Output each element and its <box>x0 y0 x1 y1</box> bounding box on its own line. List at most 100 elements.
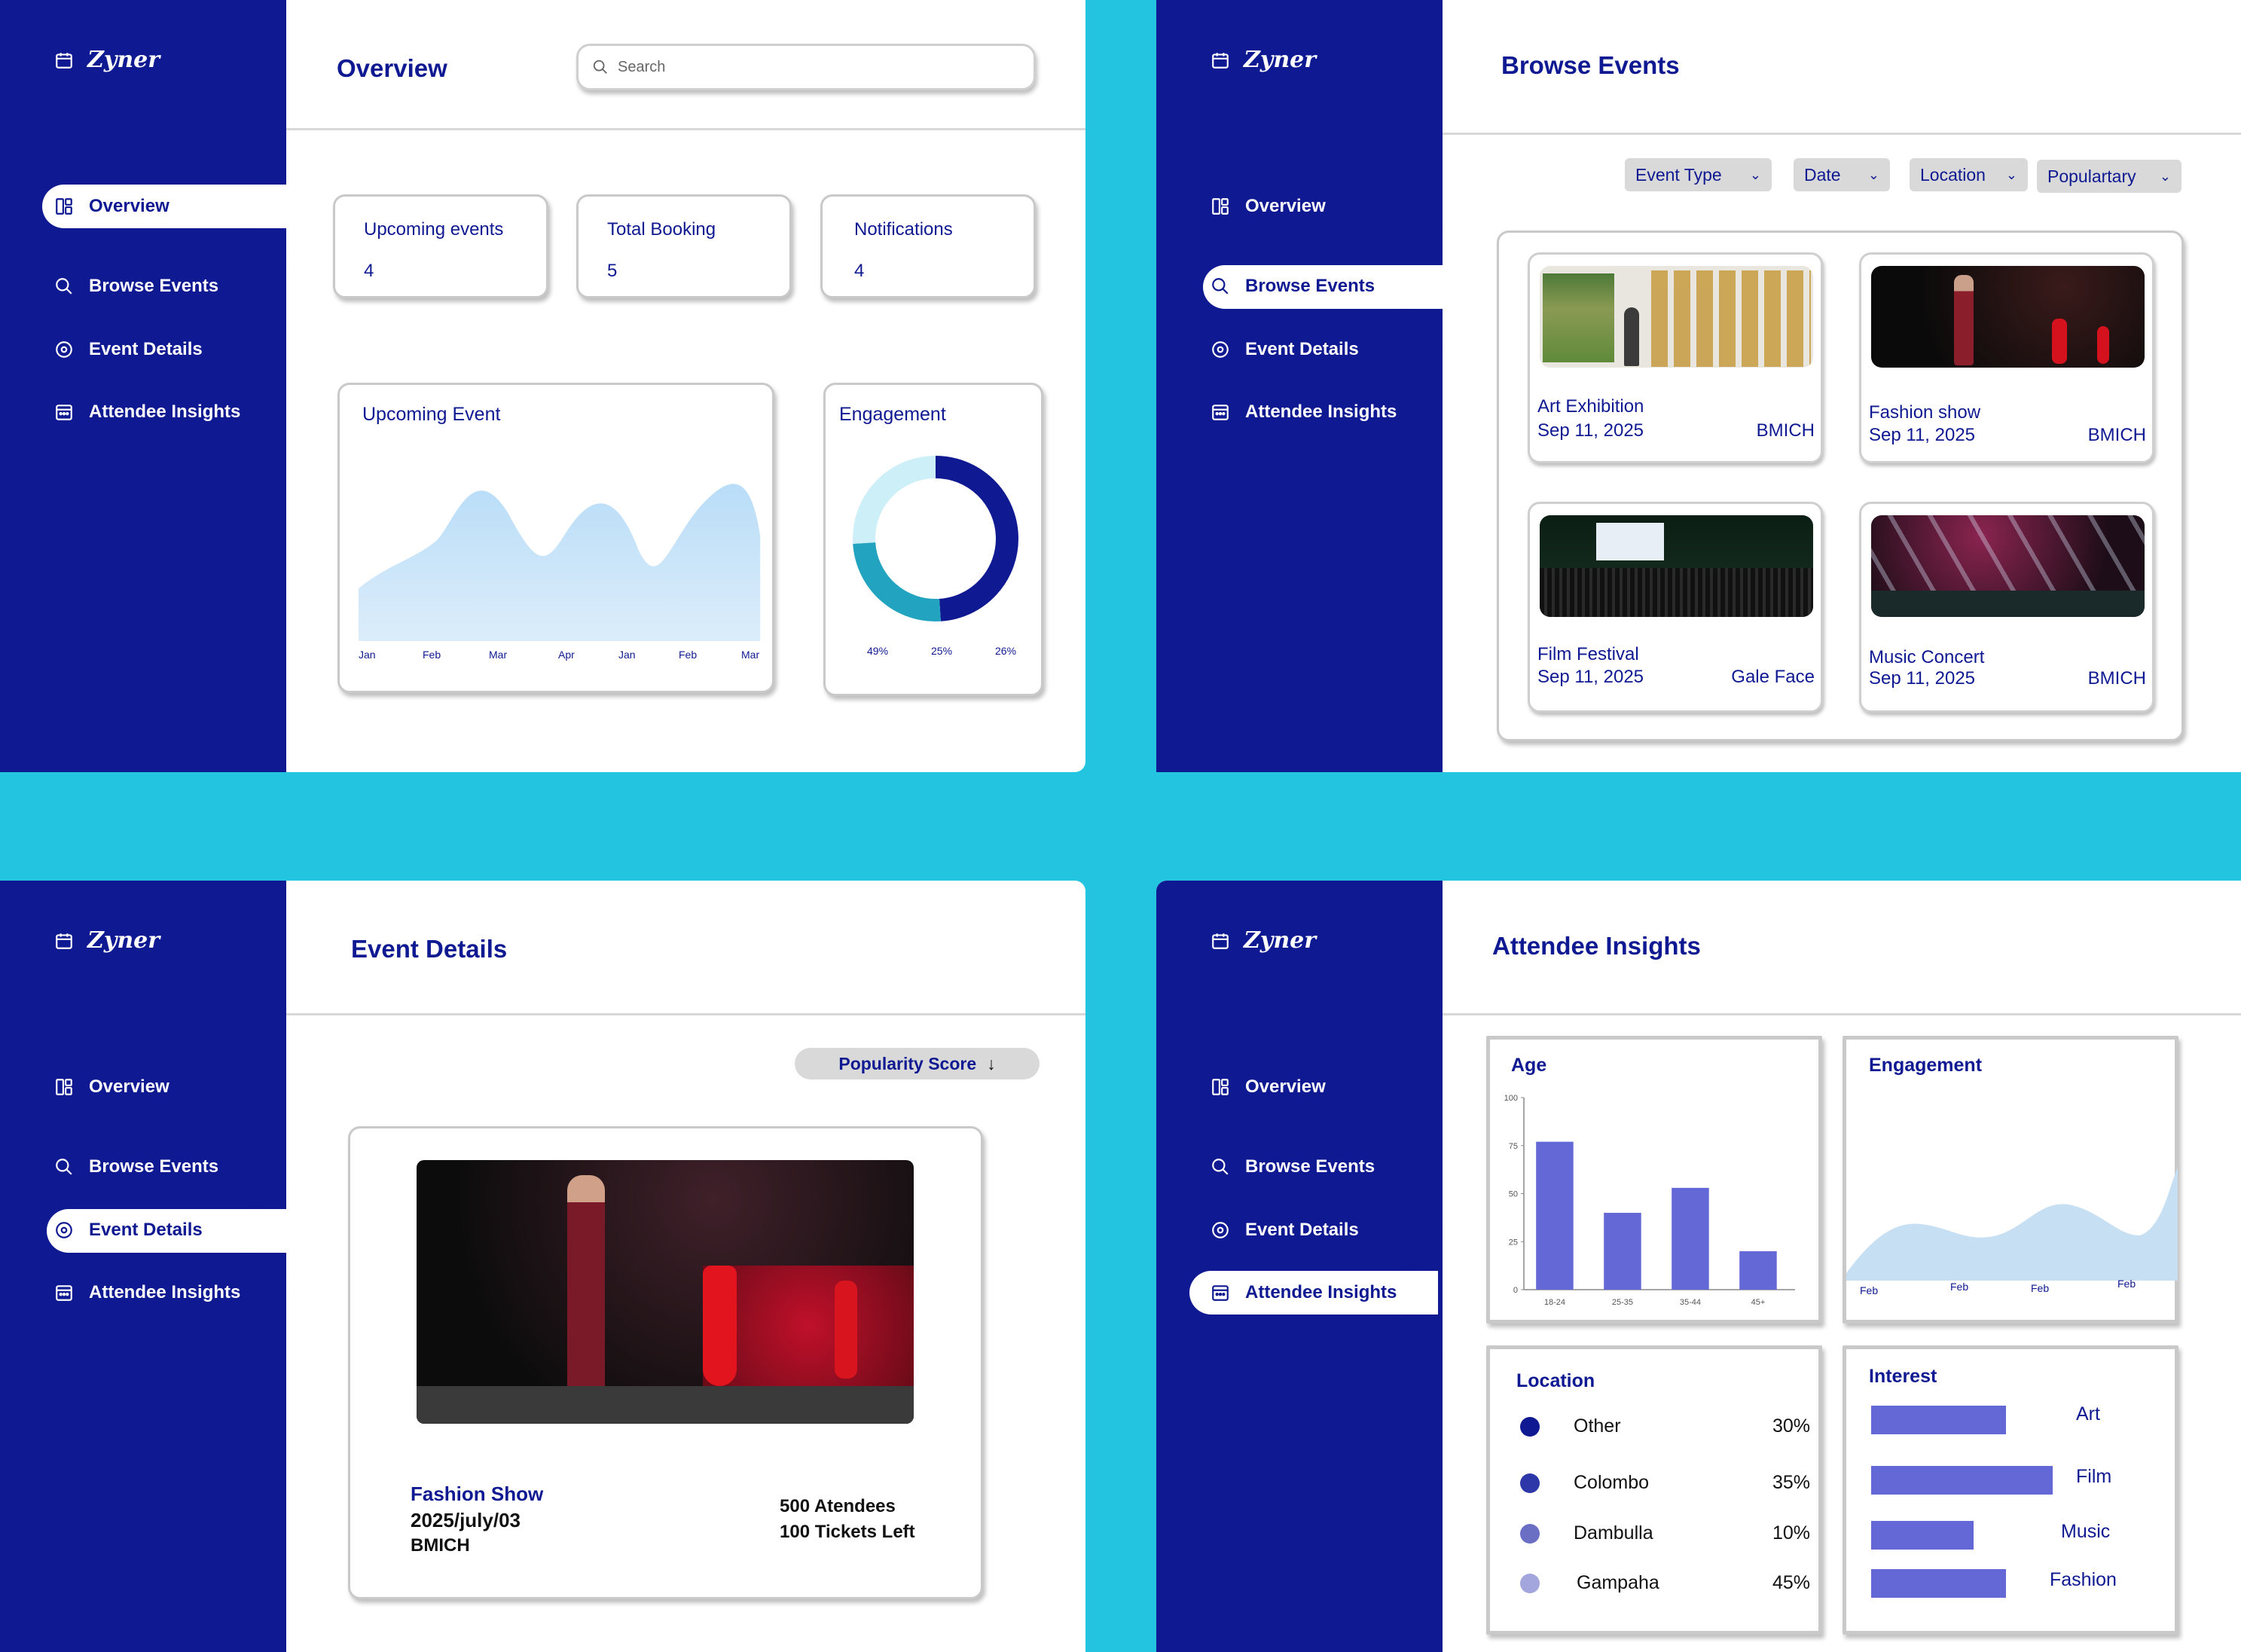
sidebar-item-attendee-insights[interactable]: Attendee Insights <box>1211 1282 1397 1303</box>
y-tick-label: 0 <box>1513 1286 1518 1295</box>
event-card-music-concert[interactable]: Music Concert Sep 11, 2025 BMICH <box>1859 502 2154 713</box>
sidebar-item-overview[interactable]: Overview <box>1211 1076 1326 1098</box>
filter-popularity[interactable]: Populartary ⌄ <box>2037 160 2181 193</box>
runway-model <box>835 1281 857 1379</box>
sidebar-item-label: Event Details <box>89 1220 203 1240</box>
stat-label: Notifications <box>854 219 953 240</box>
fashion-show-image <box>1871 266 2145 368</box>
chevron-down-icon: ⌄ <box>2005 166 2017 182</box>
event-name: Music Concert <box>1869 647 1985 667</box>
brand-logo[interactable]: Zyner <box>54 47 160 73</box>
filter-location[interactable]: Location ⌄ <box>1910 158 2028 191</box>
tick-label: Feb <box>679 649 698 661</box>
filter-date[interactable]: Date ⌄ <box>1794 158 1890 191</box>
chart-title: Location <box>1516 1370 1595 1391</box>
filter-event-type[interactable]: Event Type ⌄ <box>1625 158 1772 191</box>
y-tick-label: 75 <box>1509 1142 1518 1151</box>
brand-logo[interactable]: Zyner <box>54 927 160 954</box>
sidebar-item-event-details[interactable]: Event Details <box>54 1220 203 1241</box>
sidebar-item-label: Event Details <box>1245 339 1359 359</box>
page-title: Event Details <box>351 935 508 963</box>
stat-value: 5 <box>607 261 618 281</box>
donut-pct-label: 26% <box>995 645 1017 657</box>
sidebar-item-event-details[interactable]: Event Details <box>1211 339 1359 360</box>
x-tick-label: 18-24 <box>1544 1298 1565 1307</box>
sidebar-item-label: Overview <box>1245 1076 1326 1097</box>
engagement-donut-card: Engagement 49% 25% 26% <box>823 383 1043 696</box>
sidebar-item-browse-events[interactable]: Browse Events <box>1211 276 1375 297</box>
event-date: Sep 11, 2025 <box>1869 425 1976 445</box>
age-chart-card: Age 0 25 50 75 100 18-24 25-35 35-44 45+ <box>1486 1036 1822 1324</box>
event-location: Gale Face <box>1731 667 1815 687</box>
y-tick-label: 25 <box>1509 1238 1518 1247</box>
sort-label: Popularity Score <box>838 1053 977 1073</box>
interest-bar <box>1871 1466 2053 1495</box>
interest-label: Art <box>2076 1403 2100 1425</box>
interest-label: Film <box>2076 1466 2112 1487</box>
runway-model <box>567 1175 605 1401</box>
stat-value: 4 <box>364 261 374 281</box>
painting <box>1543 273 1614 362</box>
event-card-art-exhibition[interactable]: Art Exhibition Sep 11, 2025 BMICH <box>1528 252 1823 463</box>
location-name: Colombo <box>1574 1472 1650 1493</box>
event-name: Art Exhibition <box>1537 396 1644 417</box>
sidebar-item-attendee-insights[interactable]: Attendee Insights <box>54 402 240 423</box>
event-date: Sep 11, 2025 <box>1537 667 1644 687</box>
event-details-panel: Zyner Overview Browse Events Event Detai… <box>0 881 1085 1652</box>
tick-label: Jan <box>359 649 376 661</box>
runway-floor <box>417 1386 914 1424</box>
brand-logo[interactable]: Zyner <box>1211 47 1316 73</box>
sidebar-item-attendee-insights[interactable]: Attendee Insights <box>1211 402 1397 423</box>
location-card: Location Other 30% Colombo 35% Dambulla … <box>1486 1345 1822 1635</box>
chevron-down-icon: ⌄ <box>1749 166 1761 182</box>
sidebar-item-label: Browse Events <box>1245 276 1375 296</box>
brand-logo[interactable]: Zyner <box>1211 927 1316 954</box>
sidebar-item-label: Attendee Insights <box>89 402 241 422</box>
event-location: BMICH <box>1756 420 1815 441</box>
sidebar-item-event-details[interactable]: Event Details <box>1211 1220 1359 1241</box>
sidebar-item-overview[interactable]: Overview <box>54 196 169 217</box>
popularity-sort-button[interactable]: Popularity Score ↓ <box>795 1048 1040 1079</box>
sidebar-item-event-details[interactable]: Event Details <box>54 339 203 360</box>
sidebar-item-overview[interactable]: Overview <box>54 1076 169 1098</box>
location-pct: 45% <box>1772 1572 1810 1593</box>
calendar-grid-icon <box>56 405 72 420</box>
stat-label: Upcoming events <box>364 219 504 240</box>
sidebar-item-browse-events[interactable]: Browse Events <box>54 1156 218 1177</box>
audience <box>1540 568 1813 617</box>
search-icon <box>1212 278 1229 295</box>
tick-label: Feb <box>423 649 441 661</box>
sidebar-item-label: Event Details <box>89 339 203 359</box>
tick-label: Mar <box>741 649 760 661</box>
cinema-screen <box>1596 523 1664 560</box>
tick-label: Feb <box>2031 1282 2050 1294</box>
sidebar-item-attendee-insights[interactable]: Attendee Insights <box>54 1282 240 1303</box>
x-tick-label: 45+ <box>1751 1298 1766 1307</box>
stat-card-booking[interactable]: Total Booking 5 <box>576 194 792 298</box>
search-icon <box>593 60 607 74</box>
sidebar-item-overview[interactable]: Overview <box>1211 196 1326 217</box>
event-date: 2025/july/03 <box>411 1509 521 1531</box>
page-title: Attendee Insights <box>1492 932 1701 960</box>
age-bar <box>1604 1213 1641 1290</box>
sidebar-item-browse-events[interactable]: Browse Events <box>1211 1156 1375 1177</box>
events-grid-container: Art Exhibition Sep 11, 2025 BMICH Fashio… <box>1497 231 2184 741</box>
event-name: Fashion Show <box>411 1483 544 1505</box>
stat-card-upcoming[interactable]: Upcoming events 4 <box>333 194 548 298</box>
chart-title: Age <box>1511 1055 1547 1076</box>
chart-title: Upcoming Event <box>362 404 501 425</box>
event-date: Sep 11, 2025 <box>1869 668 1976 689</box>
brand-name: Zyner <box>87 47 160 73</box>
sidebar-item-browse-events[interactable]: Browse Events <box>54 276 218 297</box>
search-icon <box>56 278 72 295</box>
stat-card-notifications[interactable]: Notifications 4 <box>820 194 1036 298</box>
event-location: BMICH <box>2087 425 2146 445</box>
event-name: Film Festival <box>1537 644 1639 664</box>
donut-slice-3 <box>853 456 936 544</box>
search-input[interactable]: Search <box>576 44 1036 90</box>
event-card-fashion-show[interactable]: Fashion show Sep 11, 2025 BMICH <box>1859 252 2154 463</box>
event-card-film-festival[interactable]: Film Festival Sep 11, 2025 Gale Face <box>1528 502 1823 713</box>
overview-panel: Zyner Overview Browse Events Event Detai… <box>0 0 1085 772</box>
filter-label: Populartary <box>2047 166 2136 186</box>
interest-bar <box>1871 1521 1974 1550</box>
